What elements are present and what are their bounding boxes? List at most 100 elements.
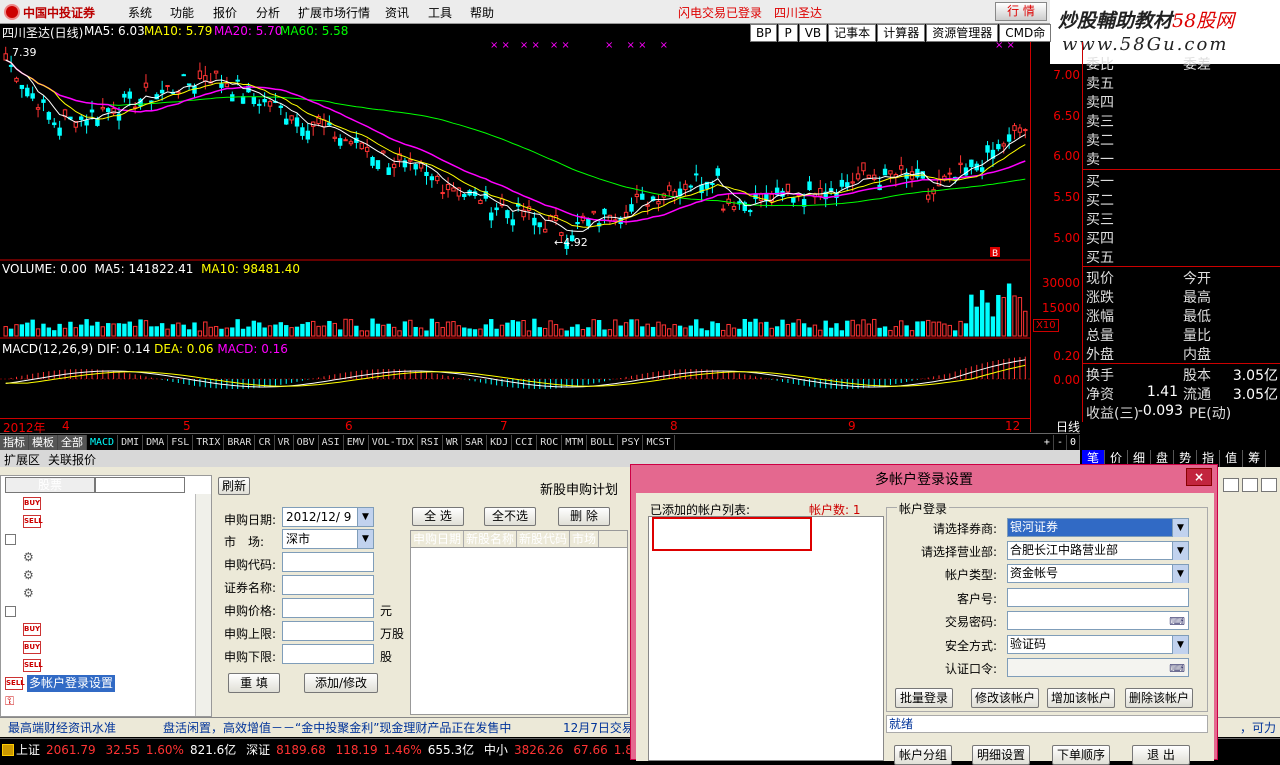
tab-dma[interactable]: DMA xyxy=(143,434,169,450)
tree-item[interactable]: ⚙ 多帐户新股申购 xyxy=(23,585,122,602)
name-input[interactable] xyxy=(282,575,374,595)
tree-item[interactable]: - 新股申购 xyxy=(5,531,68,548)
tool-calculator[interactable]: 计算器 xyxy=(877,24,926,42)
menu-system[interactable]: 系统 xyxy=(128,4,152,21)
menu-ext-market[interactable]: 扩展市场行情 xyxy=(298,4,370,21)
tree-item[interactable]: SELL 多帐户登录设置 xyxy=(5,675,116,692)
keyboard-icon[interactable]: ⌨ xyxy=(1169,660,1185,677)
chevron-down-icon[interactable]: ▼ xyxy=(1172,542,1188,560)
tab-wr[interactable]: WR xyxy=(443,434,463,450)
tab-brar[interactable]: BRAR xyxy=(224,434,256,450)
account-group-button[interactable]: 帐户分组 xyxy=(894,745,952,765)
keyboard-icon[interactable]: ⌨ xyxy=(1169,613,1185,630)
close-icon[interactable] xyxy=(1261,478,1277,492)
tree-item[interactable]: ⚙ 新股申购计划 xyxy=(23,549,110,566)
tab-dmi[interactable]: DMI xyxy=(118,434,144,450)
tool-vb[interactable]: VB xyxy=(798,24,828,42)
account-type-select[interactable]: 资金帐号 ▼ xyxy=(1007,564,1189,583)
price-input[interactable] xyxy=(282,598,374,618)
branch-select[interactable]: 合肥长江中路营业部 ▼ xyxy=(1007,541,1189,560)
tab-chips[interactable]: 筹 xyxy=(1243,450,1267,467)
tab-emv[interactable]: EMV xyxy=(344,434,369,450)
tab-template[interactable]: 模板 xyxy=(29,434,58,450)
chevron-down-icon[interactable]: ▼ xyxy=(357,508,373,526)
col-code[interactable]: 新股代码 xyxy=(517,531,571,547)
modify-account-button[interactable]: 修改该帐户 xyxy=(971,688,1039,708)
minimize-icon[interactable] xyxy=(1223,478,1239,492)
tab-fsl[interactable]: FSL xyxy=(168,434,194,450)
tab-all[interactable]: 全部 xyxy=(58,434,87,450)
date-field[interactable]: 2012/12/ 9 ▼ xyxy=(282,507,374,527)
col-name[interactable]: 新股名称 xyxy=(464,531,518,547)
lower-input[interactable] xyxy=(282,644,374,664)
tab-mtm[interactable]: MTM xyxy=(562,434,588,450)
zoom-reset-button[interactable]: 0 xyxy=(1067,434,1080,450)
tab-trix[interactable]: TRIX xyxy=(193,434,225,450)
broker-select[interactable]: 银河证券 ▼ xyxy=(1007,518,1189,537)
refresh-button[interactable]: 刷新 xyxy=(218,477,250,495)
reset-button[interactable]: 重 填 xyxy=(228,673,280,693)
chevron-down-icon[interactable]: ▼ xyxy=(357,530,373,548)
add-modify-button[interactable]: 添加/修改 xyxy=(304,673,378,693)
tab-value[interactable]: 值 xyxy=(1220,450,1244,467)
tab-vr[interactable]: VR xyxy=(275,434,294,450)
tab-cr[interactable]: CR xyxy=(255,434,275,450)
tree-item[interactable]: BUY 组合通编辑 xyxy=(23,621,105,638)
account-list[interactable] xyxy=(648,516,884,761)
tool-explorer[interactable]: 资源管理器 xyxy=(926,24,999,42)
tab-cci[interactable]: CCI xyxy=(512,434,538,450)
tab-indicator[interactable]: 指标 xyxy=(0,434,29,450)
account-list-entry[interactable] xyxy=(652,517,812,551)
tab-ext-area[interactable]: 扩展区 xyxy=(4,451,40,468)
tab-psy[interactable]: PSY xyxy=(618,434,644,450)
tree-tab-stock[interactable]: 股票 xyxy=(5,477,95,493)
select-none-button[interactable]: 全不选 xyxy=(484,507,536,526)
auth-input[interactable]: ⌨ xyxy=(1007,658,1189,677)
tree-item[interactable]: SELL 多帐户组合通卖出 xyxy=(23,657,141,674)
select-all-button[interactable]: 全 选 xyxy=(412,507,464,526)
tab-sar[interactable]: SAR xyxy=(462,434,488,450)
tab-boll[interactable]: BOLL xyxy=(587,434,619,450)
delete-account-button[interactable]: 删除该帐户 xyxy=(1125,688,1193,708)
batch-login-button[interactable]: 批量登录 xyxy=(895,688,953,708)
tree-scrollbar[interactable] xyxy=(195,494,211,716)
tree-tab-vip[interactable]: VIP交易 xyxy=(95,477,185,493)
add-account-button[interactable]: 增加该帐户 xyxy=(1047,688,1115,708)
tree-item[interactable]: ⚿ 多帐户修改密码 xyxy=(5,693,102,710)
code-input[interactable] xyxy=(282,552,374,572)
client-input[interactable] xyxy=(1007,588,1189,607)
tab-mcst[interactable]: MCST xyxy=(643,434,675,450)
tab-kdj[interactable]: KDJ xyxy=(487,434,513,450)
delete-button[interactable]: 删 除 xyxy=(558,507,610,526)
tree-item[interactable]: BUY 多帐户策略买入 xyxy=(23,495,129,512)
menu-analysis[interactable]: 分析 xyxy=(256,4,280,21)
chevron-down-icon[interactable]: ▼ xyxy=(1172,519,1188,537)
exit-button[interactable]: 退 出 xyxy=(1132,745,1190,765)
tree-item[interactable]: + 多帐户组合通 xyxy=(5,603,92,620)
quote-button[interactable]: 行 情 xyxy=(995,2,1047,21)
menu-news[interactable]: 资讯 xyxy=(385,4,409,21)
col-date[interactable]: 申购日期 xyxy=(411,531,465,547)
tab-obv[interactable]: OBV xyxy=(294,434,319,450)
password-input[interactable]: ⌨ xyxy=(1007,611,1189,630)
tab-vol-tdx[interactable]: VOL-TDX xyxy=(369,434,418,450)
zoom-in-button[interactable]: + xyxy=(1041,434,1054,450)
security-select[interactable]: 验证码 ▼ xyxy=(1007,635,1189,654)
tree-item[interactable]: SELL 多帐户策略卖出 xyxy=(23,513,129,530)
menu-quote[interactable]: 报价 xyxy=(213,4,237,21)
tab-roc[interactable]: ROC xyxy=(537,434,563,450)
maximize-icon[interactable] xyxy=(1242,478,1258,492)
menu-tools[interactable]: 工具 xyxy=(428,4,452,21)
order-sequence-button[interactable]: 下单顺序 xyxy=(1052,745,1110,765)
tab-rsi[interactable]: RSI xyxy=(418,434,443,450)
chevron-down-icon[interactable]: ▼ xyxy=(1172,565,1188,583)
upper-input[interactable] xyxy=(282,621,374,641)
market-select[interactable]: 深市 ▼ xyxy=(282,529,374,549)
tool-bp[interactable]: BP xyxy=(750,24,778,42)
tree-item[interactable]: BUY 多帐户组合通买入 xyxy=(23,639,141,656)
tool-cmd[interactable]: CMD命 xyxy=(999,24,1052,42)
detail-settings-button[interactable]: 明细设置 xyxy=(972,745,1030,765)
tab-asi[interactable]: ASI xyxy=(319,434,344,450)
col-market[interactable]: 市场 xyxy=(570,531,600,547)
tool-p[interactable]: P xyxy=(778,24,798,42)
